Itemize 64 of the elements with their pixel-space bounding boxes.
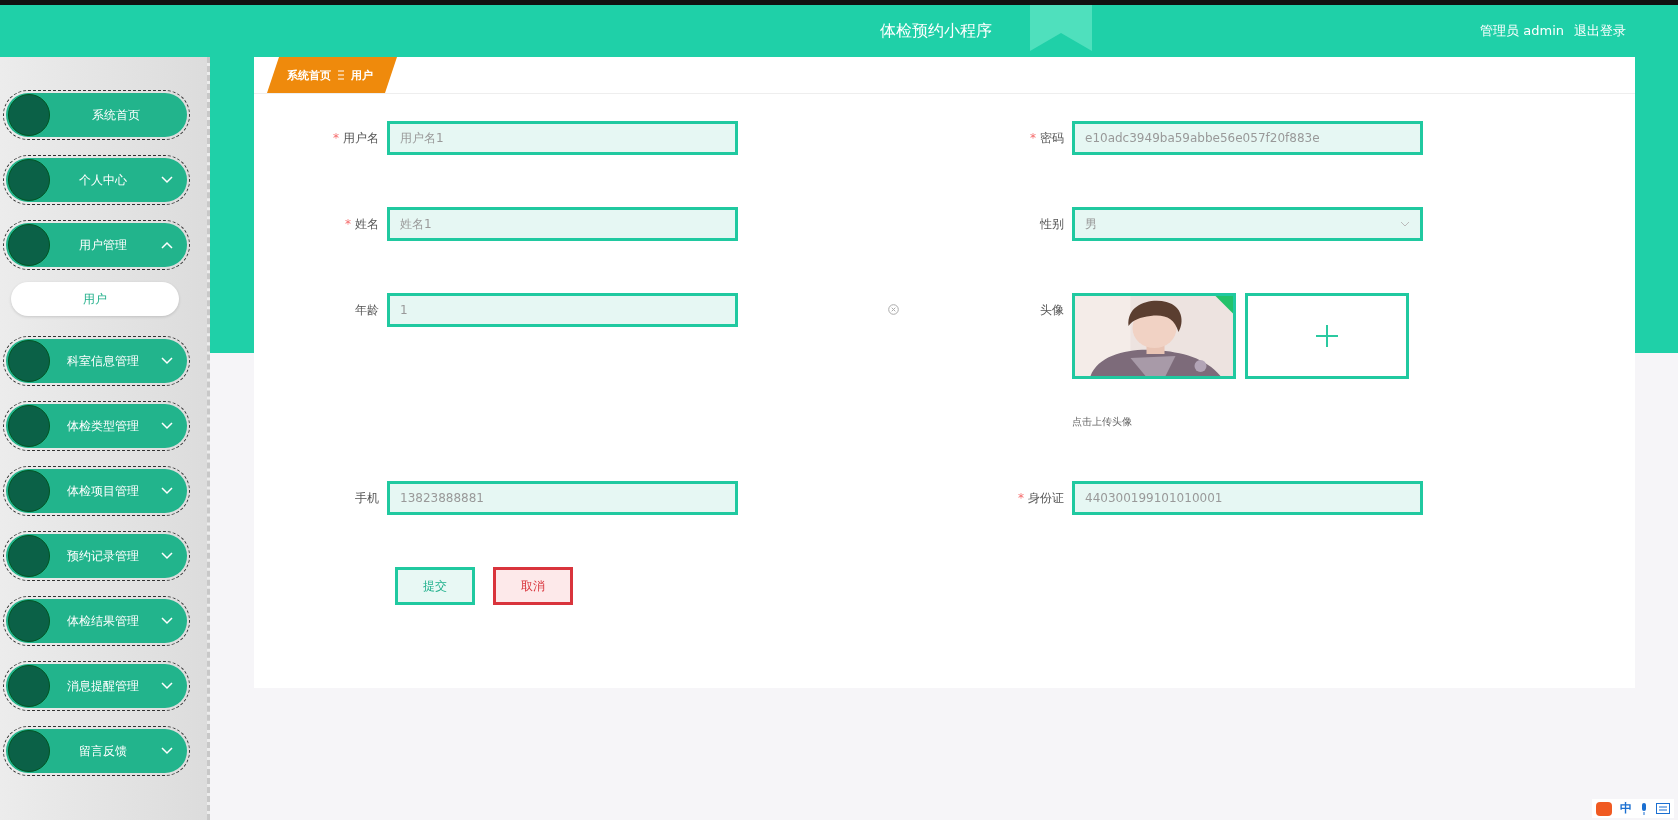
required-mark: * xyxy=(345,217,351,231)
menu-item[interactable]: 体检结果管理 xyxy=(6,599,187,643)
menu-item[interactable]: 个人中心 xyxy=(6,158,187,202)
circle-icon xyxy=(8,730,50,772)
circle-icon xyxy=(8,535,50,577)
chevron-down-icon xyxy=(161,487,173,495)
input-field[interactable]: 姓名1 xyxy=(387,207,738,241)
chevron-down-icon xyxy=(1400,221,1410,227)
menu-item[interactable]: 预约记录管理 xyxy=(6,534,187,578)
chevron-down-icon xyxy=(161,176,173,184)
chevron-up-icon xyxy=(161,241,173,249)
breadcrumb-link[interactable]: 用户 xyxy=(351,67,373,83)
chevron-down-icon xyxy=(161,617,173,625)
menu-item[interactable]: 用户管理 xyxy=(6,223,187,267)
upload-hint: 点击上传头像 xyxy=(1072,415,1133,429)
chevron-down-icon xyxy=(161,552,173,560)
required-mark: * xyxy=(1030,131,1036,145)
admin-label: 管理员 admin xyxy=(1480,22,1564,40)
required-mark: * xyxy=(333,131,339,145)
chevron-down-icon xyxy=(161,357,173,365)
cancel-button[interactable]: 取消 xyxy=(493,567,573,605)
required-mark: * xyxy=(1018,491,1024,505)
menu-item[interactable]: 消息提醒管理 xyxy=(6,664,187,708)
field-label: 密码 xyxy=(1040,131,1064,145)
chevron-down-icon xyxy=(161,422,173,430)
chevron-down-icon xyxy=(161,682,173,690)
menu-item[interactable]: 体检类型管理 xyxy=(6,404,187,448)
menu-item[interactable]: 体检项目管理 xyxy=(6,469,187,513)
circle-icon xyxy=(8,600,50,642)
field-label: 用户名 xyxy=(343,131,379,145)
input-method-logo-icon xyxy=(1596,801,1612,816)
plus-icon xyxy=(1316,325,1338,347)
field-label: 头像 xyxy=(1040,303,1064,317)
ime-mode[interactable]: 中 xyxy=(1620,800,1632,817)
chevron-down-icon xyxy=(161,747,173,755)
input-field[interactable]: e10adc3949ba59abbe56e057f20f883e xyxy=(1072,121,1423,155)
select-field[interactable]: 男 xyxy=(1072,207,1423,241)
field-label: 性别 xyxy=(1040,217,1064,231)
circle-icon xyxy=(8,665,50,707)
circle-icon xyxy=(8,340,50,382)
input-field[interactable]: 用户名1 xyxy=(387,121,738,155)
field-label: 身份证 xyxy=(1028,491,1064,505)
field-label: 姓名 xyxy=(355,217,379,231)
logout-link[interactable]: 退出登录 xyxy=(1574,22,1626,40)
input-field[interactable]: 440300199101010001 xyxy=(1072,481,1423,515)
circle-icon xyxy=(8,159,50,201)
circle-icon xyxy=(8,94,50,136)
menu-item[interactable]: 科室信息管理 xyxy=(6,339,187,383)
breadcrumb-link[interactable]: 系统首页 xyxy=(287,67,331,83)
keyboard-icon[interactable] xyxy=(1656,803,1670,814)
submenu-item[interactable]: 用户 xyxy=(11,282,179,316)
menu-item[interactable]: 系统首页 xyxy=(6,93,187,137)
input-field[interactable]: 1 xyxy=(387,293,738,327)
app-title: 体检预约小程序 xyxy=(880,20,992,42)
input-field[interactable]: 13823888881 xyxy=(387,481,738,515)
menu-item[interactable]: 留言反馈 xyxy=(6,729,187,773)
circle-icon xyxy=(8,224,50,266)
circle-icon xyxy=(8,405,50,447)
submit-button[interactable]: 提交 xyxy=(395,567,475,605)
field-label: 年龄 xyxy=(355,303,379,317)
microphone-icon[interactable] xyxy=(1640,802,1648,815)
circle-icon xyxy=(8,470,50,512)
field-label: 手机 xyxy=(355,491,379,505)
separator-icon xyxy=(338,70,344,80)
